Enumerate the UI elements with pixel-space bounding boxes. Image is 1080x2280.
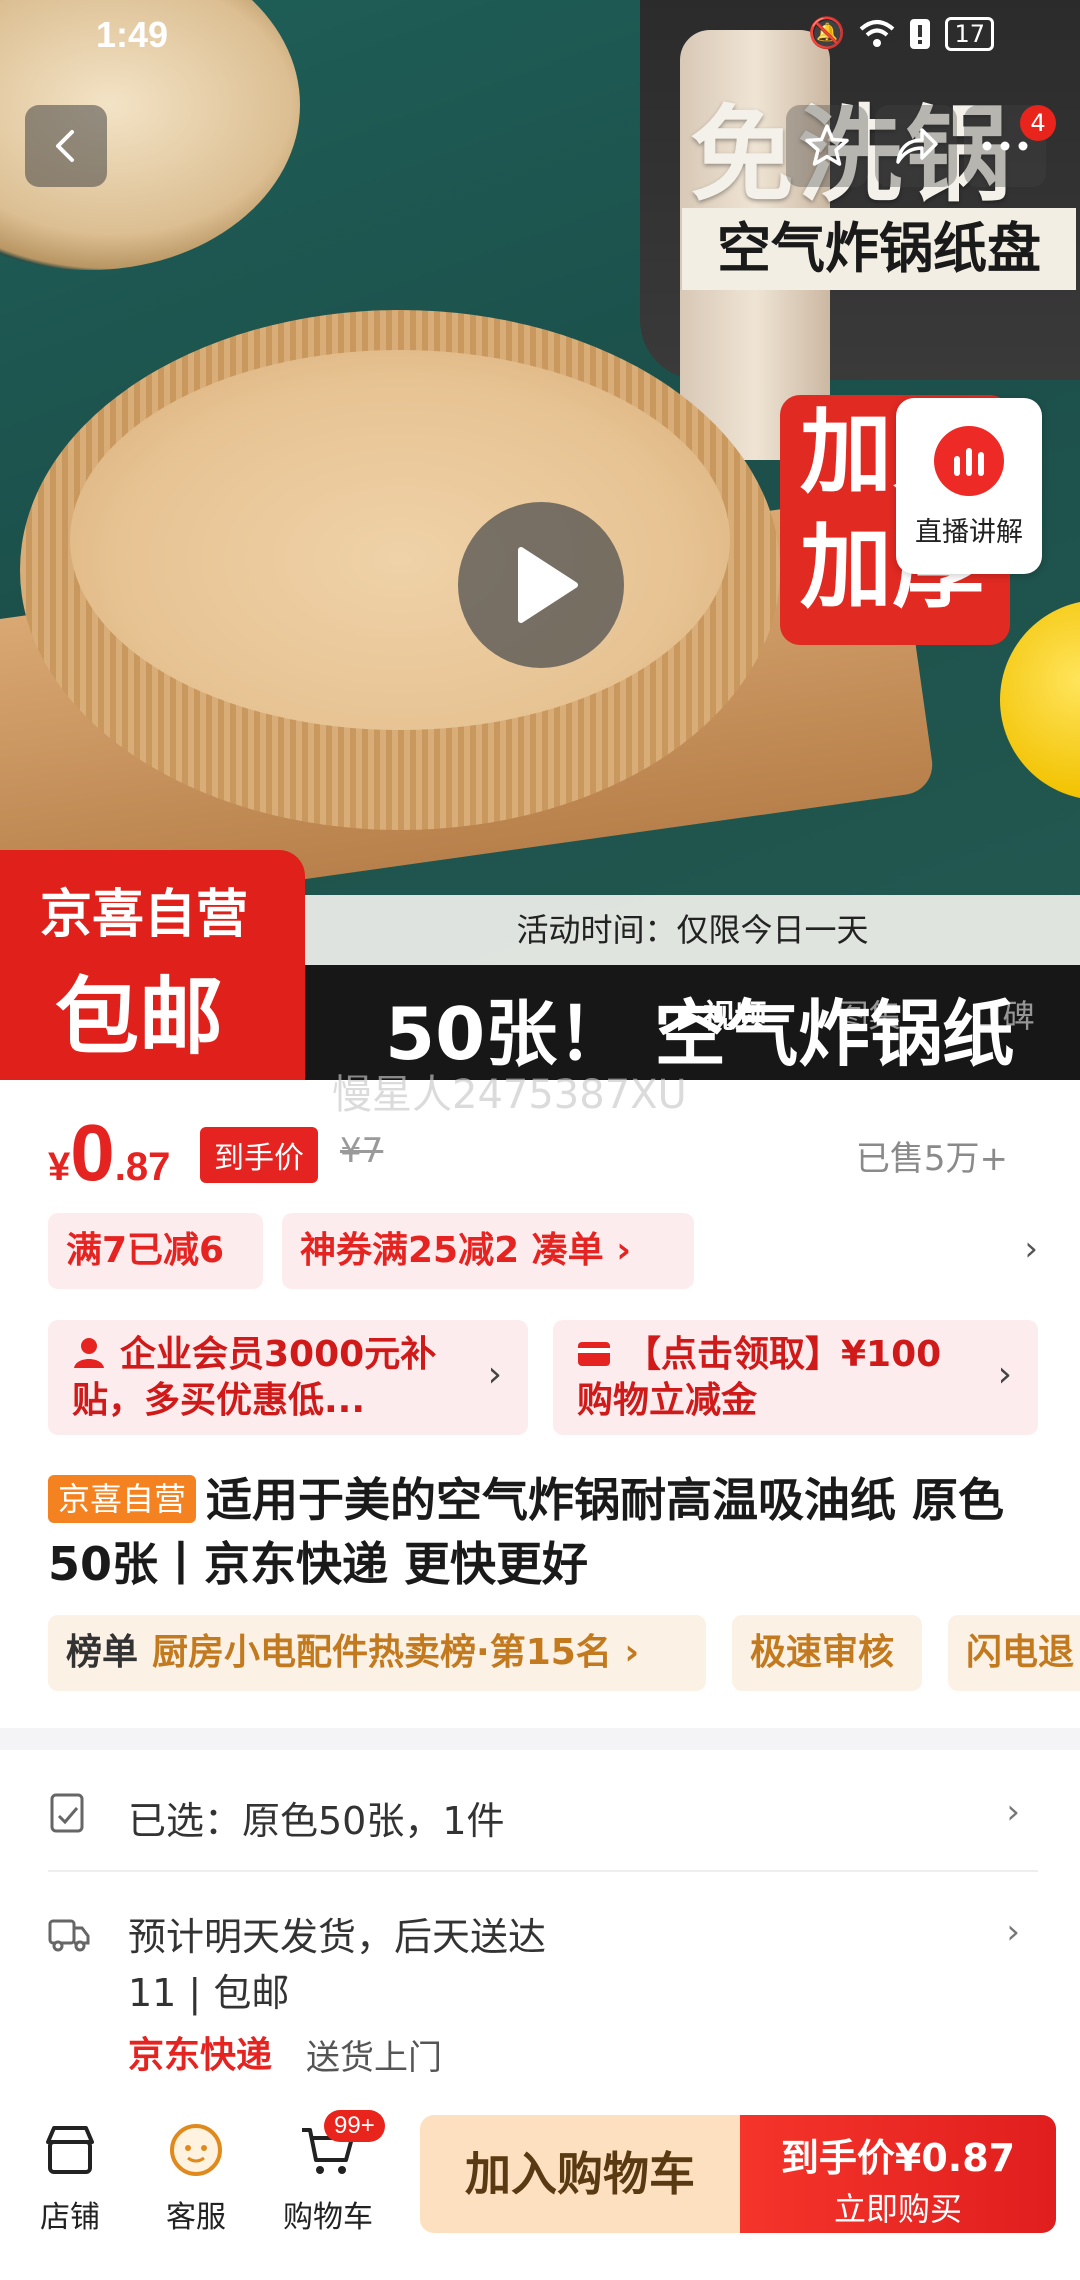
chevron-right-icon: › [1006, 1912, 1020, 1952]
share-button[interactable] [875, 105, 957, 187]
store-label: 店铺 [40, 2200, 100, 2235]
alert-icon [910, 18, 931, 49]
battery-icon: 17 [945, 16, 994, 51]
tab-video[interactable]: ▶视频 [660, 985, 785, 1043]
coupon-super[interactable]: 神券满25减2 凑单 › [282, 1213, 694, 1289]
cart-label: 购物车 [283, 2200, 373, 2235]
shipping-eta: 预计明天发货，后天送达 [128, 1915, 547, 1959]
chevron-right-icon: › [487, 1354, 502, 1395]
play-video-button[interactable] [458, 502, 624, 668]
rank-text: 厨房小电配件热卖榜·第15名 › [152, 1632, 640, 1673]
status-icons: 🔕 17 [808, 16, 994, 51]
jd-self-badge: 京喜自营 包邮 [0, 850, 305, 1080]
jd-self-tag: 京喜自营 [48, 1475, 197, 1523]
section-divider [0, 1728, 1080, 1750]
rank-row: 榜单 厨房小电配件热卖榜·第15名 › 极速审核 闪电退 [48, 1615, 1080, 1691]
media-tabs: ▶视频 图集 口碑 [660, 985, 1053, 1043]
activity-strip: 活动时间：仅限今日一天 [305, 895, 1080, 965]
promo-row: 企业会员3000元补贴，多买优惠低... › 【点击领取】¥100购物立减金 › [48, 1320, 1038, 1435]
jd-badge-line2: 包邮 [55, 968, 224, 1066]
shipping-row[interactable]: 预计明天发货，后天送达 11 | 包邮 京东快递 送货上门 › [48, 1900, 1038, 2080]
buy-now-button[interactable]: 到手价¥0.87 立即购买 [740, 2115, 1056, 2233]
add-to-cart-button[interactable]: 加入购物车 [420, 2115, 740, 2233]
mute-icon: 🔕 [808, 16, 846, 51]
promo-voucher[interactable]: 【点击领取】¥100购物立减金 › [553, 1320, 1038, 1435]
final-price: ¥0.87 [48, 1107, 170, 1199]
store-button[interactable]: 店铺 [10, 2120, 130, 2236]
promo-enterprise[interactable]: 企业会员3000元补贴，多买优惠低... › [48, 1320, 528, 1435]
tab-video-play-icon: ▶ [678, 997, 703, 1035]
person-icon [74, 1338, 104, 1368]
promo-enterprise-text: 企业会员3000元补贴，多买优惠低... [72, 1332, 462, 1424]
promo-voucher-label: 【点击领取】¥100购物立减金 [577, 1334, 942, 1421]
message-count-badge: 4 [1020, 105, 1056, 141]
chevron-right-icon: › [1006, 1792, 1020, 1832]
buy-now-label: 立即购买 [833, 2190, 962, 2228]
status-bar: 1:49 🔕 17 [0, 0, 1080, 72]
service-label: 客服 [166, 2200, 226, 2235]
tab-gallery[interactable]: 图集 [819, 985, 919, 1043]
chevron-right-icon: › [997, 1354, 1012, 1395]
rank-label: 榜单 [66, 1632, 139, 1673]
back-arrow-icon [56, 130, 74, 162]
tab-video-label: 视频 [702, 997, 767, 1035]
price-currency: ¥ [48, 1145, 71, 1189]
row-separator [48, 1870, 1038, 1872]
live-explain-button[interactable]: 直播讲解 [896, 398, 1042, 574]
cart-count-badge: 99+ [324, 2110, 385, 2142]
buy-price-label: 到手价¥0.87 [780, 2136, 1016, 2180]
hero-subtitle: 空气炸锅纸盘 [682, 208, 1076, 290]
promo-voucher-text: 【点击领取】¥100购物立减金 [577, 1332, 967, 1424]
selected-spec-row[interactable]: 已选：原色50张，1件 › [48, 1778, 1038, 1868]
truck-icon [48, 1919, 90, 1952]
promo-enterprise-label: 企业会员3000元补贴，多买优惠低... [72, 1334, 437, 1421]
fast-review-tag: 极速审核 [732, 1615, 922, 1691]
play-icon [518, 547, 578, 623]
favorite-button[interactable] [786, 105, 868, 187]
paper-tray-inner-image-part [70, 350, 730, 730]
flash-refund-tag: 闪电退 [948, 1615, 1080, 1691]
star-icon [805, 124, 849, 166]
shipping-free: 11 | 包邮 [128, 1971, 290, 2015]
coupon-row[interactable]: 满7已减6 神券满25减2 凑单 › › [48, 1213, 1038, 1289]
price-integer: 0 [70, 1108, 115, 1197]
product-title: 京喜自营 适用于美的空气炸锅耐高温吸油纸 原色50张丨京东快递 更快更好 [48, 1468, 1038, 1596]
card-icon [578, 1342, 610, 1366]
door-delivery-label: 送货上门 [306, 2038, 442, 2078]
jd-badge-line1: 京喜自营 [40, 885, 249, 945]
status-time: 1:49 [96, 14, 169, 55]
original-price: ¥7 [340, 1131, 384, 1171]
selected-spec-text: 已选：原色50张，1件 [128, 1799, 505, 1843]
sold-count: 已售5万+ [855, 1139, 1008, 1179]
price-decimal: .87 [114, 1145, 171, 1189]
wifi-icon [860, 19, 895, 47]
service-icon [170, 2124, 222, 2176]
chevron-right-icon[interactable]: › [1024, 1229, 1038, 1269]
coupon-discount[interactable]: 满7已减6 [48, 1213, 263, 1289]
price-row: ¥0.87 到手价 ¥7 已售5万+ [48, 1105, 1038, 1197]
final-price-tag: 到手价 [200, 1127, 318, 1183]
share-icon [896, 128, 938, 164]
lemon-image-part [1000, 600, 1080, 800]
spec-icon [50, 1793, 84, 1833]
store-icon [46, 2126, 94, 2174]
rank-badge[interactable]: 榜单 厨房小电配件热卖榜·第15名 › [48, 1615, 706, 1691]
back-button[interactable] [25, 105, 107, 187]
customer-service-button[interactable]: 客服 [136, 2120, 256, 2236]
bottom-action-bar: 店铺 客服 购物车 99+ 加入购物车 到手价¥0.87 立即购买 [0, 2100, 1080, 2280]
live-label: 直播讲解 [915, 517, 1023, 548]
jd-express-label: 京东快递 [128, 2035, 273, 2076]
live-icon [934, 426, 1004, 496]
more-dots-icon [982, 141, 1028, 151]
tab-reviews[interactable]: 口碑 [953, 985, 1053, 1043]
